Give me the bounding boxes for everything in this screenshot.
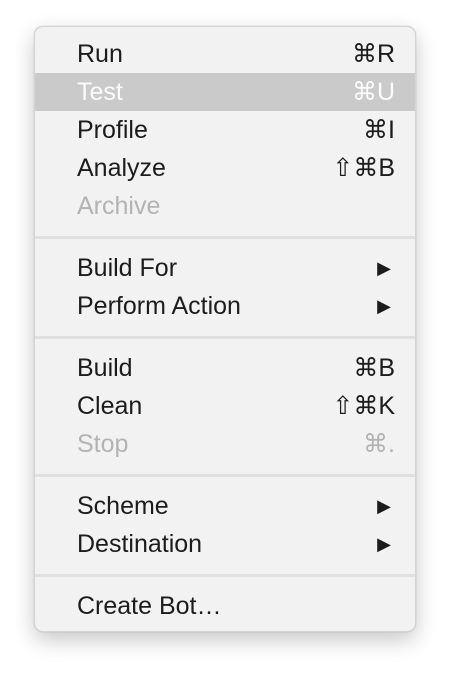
menu-separator (35, 563, 415, 587)
menu-item-label: Archive (77, 192, 161, 220)
menu-item-test[interactable]: Test ⌘U (35, 73, 415, 111)
menu-item-stop: Stop ⌘. (35, 425, 415, 463)
keyboard-shortcut: ⌘R (351, 40, 395, 68)
keyboard-shortcut: ⌘I (363, 116, 395, 144)
menu-separator (35, 225, 415, 249)
menu-item-label: Perform Action (77, 292, 241, 320)
menu-item-run[interactable]: Run ⌘R (35, 35, 415, 73)
menu-item-label: Clean (77, 392, 143, 420)
menu-item-perform-action[interactable]: Perform Action ▶ (35, 287, 415, 325)
submenu-arrow-icon: ▶ (377, 534, 391, 554)
menu-item-scheme[interactable]: Scheme ▶ (35, 487, 415, 525)
keyboard-shortcut: ⌘B (353, 354, 395, 382)
menu-separator (35, 325, 415, 349)
submenu-arrow-icon: ▶ (377, 258, 391, 278)
keyboard-shortcut: ⌘U (351, 78, 395, 106)
menu-item-label: Build For (77, 254, 178, 282)
keyboard-shortcut: ⌘. (363, 430, 395, 458)
menu-item-label: Test (77, 78, 123, 106)
menu-separator (35, 463, 415, 487)
menu-item-build[interactable]: Build ⌘B (35, 349, 415, 387)
menu-item-label: Build (77, 354, 133, 382)
menu-item-create-bot[interactable]: Create Bot… (35, 587, 415, 625)
menu-item-label: Scheme (77, 492, 169, 520)
menu-item-destination[interactable]: Destination ▶ (35, 525, 415, 563)
keyboard-shortcut: ⇧⌘B (332, 154, 395, 182)
menu-item-clean[interactable]: Clean ⇧⌘K (35, 387, 415, 425)
menu-item-build-for[interactable]: Build For ▶ (35, 249, 415, 287)
menu-item-label: Destination (77, 530, 203, 558)
menu-item-label: Profile (77, 116, 148, 144)
submenu-arrow-icon: ▶ (377, 296, 391, 316)
product-menu: Run ⌘R Test ⌘U Profile ⌘I Analyze ⇧⌘B Ar… (34, 26, 416, 632)
menu-item-label: Stop (77, 430, 129, 458)
menu-item-label: Run (77, 40, 123, 68)
submenu-arrow-icon: ▶ (377, 496, 391, 516)
menu-item-profile[interactable]: Profile ⌘I (35, 111, 415, 149)
menu-item-label: Analyze (77, 154, 166, 182)
menu-item-label: Create Bot… (77, 592, 222, 620)
menu-item-analyze[interactable]: Analyze ⇧⌘B (35, 149, 415, 187)
menu-item-archive: Archive (35, 187, 415, 225)
keyboard-shortcut: ⇧⌘K (332, 392, 395, 420)
